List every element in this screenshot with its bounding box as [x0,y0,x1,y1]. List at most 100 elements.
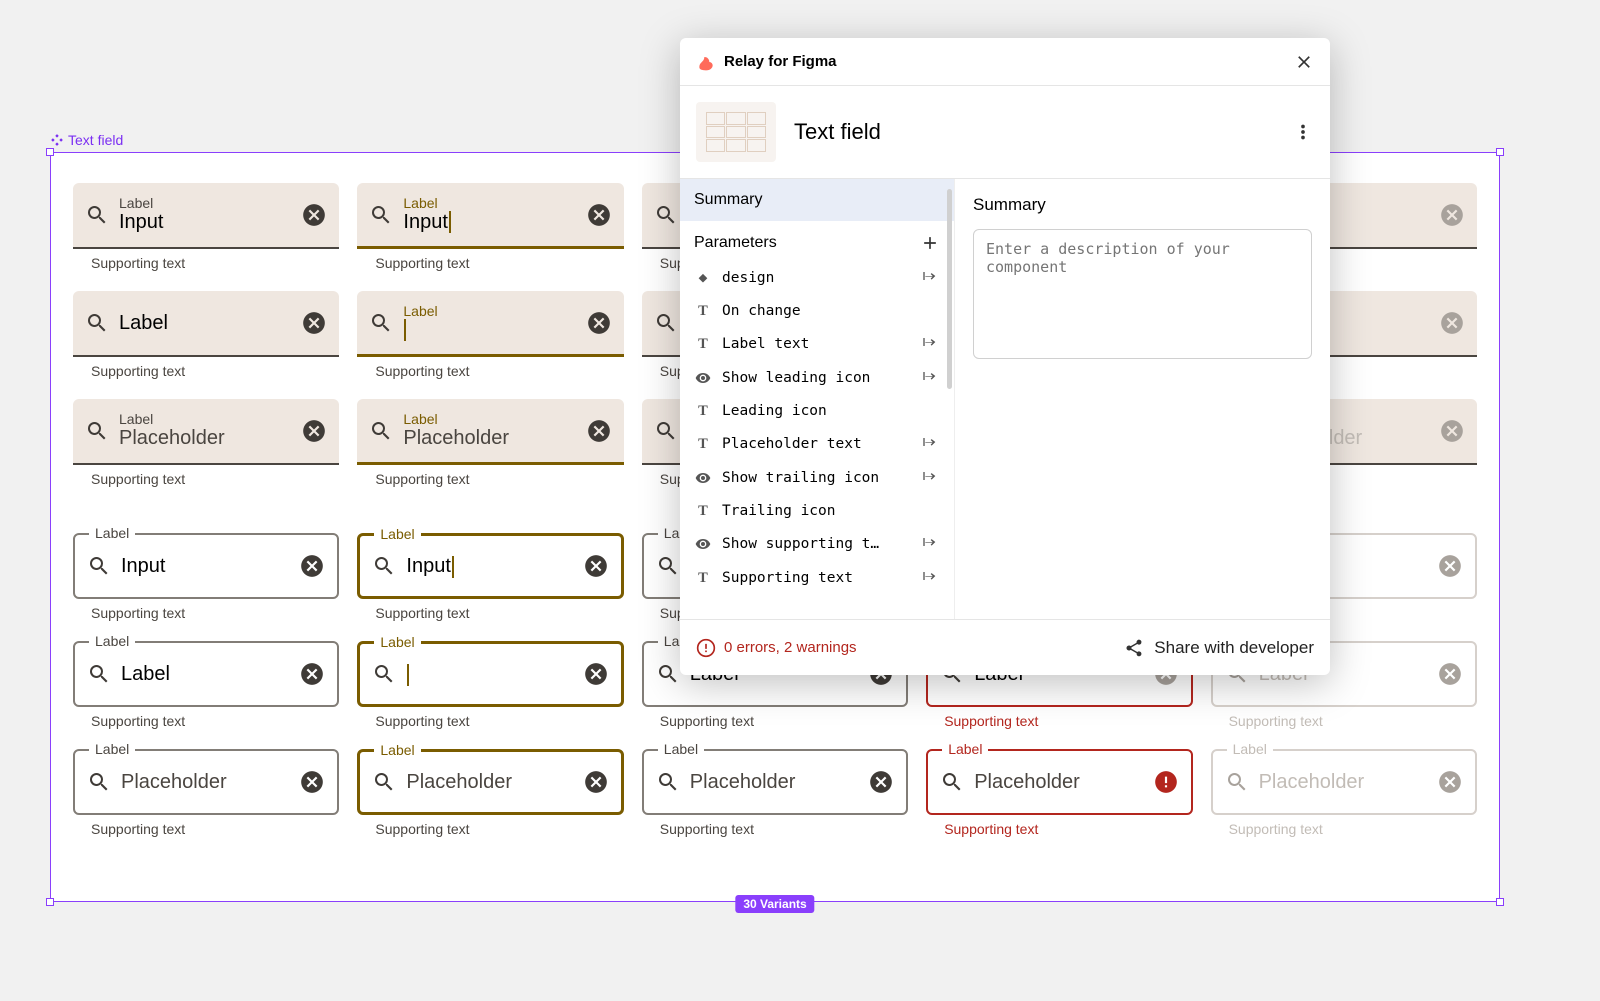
field-value: Input [121,554,289,578]
search-icon [372,554,396,578]
cancel-icon[interactable] [1437,769,1463,795]
cancel-icon[interactable] [301,418,327,444]
variants-badge[interactable]: 30 Variants [735,895,814,913]
field-label: Label [374,634,420,650]
resize-handle[interactable] [1496,148,1504,156]
field-label: Label [89,633,135,649]
warnings-badge[interactable]: 0 errors, 2 warnings [696,638,857,658]
cancel-icon[interactable] [299,769,325,795]
parameter-row[interactable]: TSupporting text [680,561,954,595]
panel-footer: 0 errors, 2 warnings Share with develope… [680,619,1330,675]
cancel-icon[interactable] [1439,202,1465,228]
component-icon [50,133,64,147]
variant[interactable]: LabelInputSupporting text [73,533,339,621]
variant[interactable]: LabelInput Supporting text [357,183,623,271]
parameter-row[interactable]: TTrailing icon [680,495,954,527]
variant[interactable]: LabelPlaceholderSupporting text [357,749,623,837]
frame-label[interactable]: Text field [50,132,123,148]
parameter-row[interactable]: TLabel text [680,327,954,361]
search-icon [1225,770,1249,794]
panel-title: Relay for Figma [724,53,1294,70]
text-type-icon: T [694,435,712,453]
cancel-icon[interactable] [586,418,612,444]
more-icon[interactable] [1292,121,1314,143]
field-placeholder: Placeholder [121,770,289,794]
share-button[interactable]: Share with developer [1124,638,1314,658]
parameter-row[interactable]: Show leading icon [680,361,954,395]
share-icon [1124,638,1144,658]
variant[interactable]: LabelInput Supporting text [73,183,339,271]
parameter-row[interactable]: T Placeholder text [680,427,954,461]
cancel-icon[interactable] [868,769,894,795]
cancel-icon[interactable] [301,202,327,228]
panel-header: Relay for Figma [680,38,1330,86]
variant[interactable]: LabelPlaceholderSupporting text [642,749,908,837]
variant[interactable]: LabelPlaceholderSupporting text [926,749,1192,837]
field-label: Label [119,412,291,426]
supporting-text: Supporting text [91,471,339,487]
arrow-icon [922,534,940,554]
cancel-icon[interactable] [583,769,609,795]
field-value: Input [119,210,291,234]
parameter-row[interactable]: TOn change [680,295,954,327]
resize-handle[interactable] [46,148,54,156]
search-icon [87,770,111,794]
resize-handle[interactable] [46,898,54,906]
parameter-row[interactable]: TLeading icon [680,395,954,427]
supporting-text: Supporting text [375,255,623,271]
search-icon [87,662,111,686]
variant[interactable]: LabelSupporting text [357,291,623,379]
cancel-icon[interactable] [299,661,325,687]
parameter-name: Trailing icon [722,503,912,519]
parameter-name: Show leading icon [722,370,912,386]
eye-icon [694,535,712,553]
eye-icon [694,369,712,387]
variant[interactable]: LabelPlaceholderSupporting text [73,749,339,837]
parameter-row[interactable]: Show supporting t… [680,527,954,561]
variant[interactable]: LabelPlaceholderSupporting text [73,399,339,487]
description-input[interactable] [973,229,1312,359]
cancel-icon[interactable] [1439,310,1465,336]
cancel-icon[interactable] [299,553,325,579]
search-icon [372,770,396,794]
summary-heading: Summary [973,195,1312,215]
field-label: Label [89,525,135,541]
arrow-icon [922,568,940,588]
resize-handle[interactable] [1496,898,1504,906]
cancel-icon[interactable] [1439,418,1465,444]
cancel-icon[interactable] [583,553,609,579]
section-summary[interactable]: Summary [680,179,954,221]
scrollbar[interactable] [947,189,952,389]
variant[interactable]: LabelInputSupporting text [357,533,623,621]
cancel-icon[interactable] [586,202,612,228]
close-icon[interactable] [1294,52,1314,72]
variant[interactable]: LabelPlaceholderSupporting text [357,399,623,487]
field-value [403,318,575,342]
error-icon [1153,769,1179,795]
parameter-row[interactable]: Show trailing icon [680,461,954,495]
cancel-icon[interactable] [1437,553,1463,579]
field-label: Label [403,196,575,210]
parameter-name: Placeholder text [722,436,912,452]
cancel-icon[interactable] [583,661,609,687]
text-type-icon: T [694,402,712,420]
panel-left: Summary Parameters ◆designTOn changeTLab… [680,179,955,619]
search-icon [656,770,680,794]
text-type-icon: T [694,302,712,320]
search-icon [85,419,109,443]
text-type-icon: T [694,569,712,587]
supporting-text: Supporting text [375,713,623,729]
section-parameters: Parameters [680,221,954,261]
parameters-heading: Parameters [694,234,920,252]
parameter-row[interactable]: ◆design [680,261,954,295]
variant[interactable]: LabelSupporting text [357,641,623,729]
cancel-icon[interactable] [301,310,327,336]
cancel-icon[interactable] [1437,661,1463,687]
variant[interactable]: LabelPlaceholderSupporting text [1211,749,1477,837]
variant[interactable]: LabelLabelSupporting text [73,641,339,729]
cancel-icon[interactable] [586,310,612,336]
supporting-text: Supporting text [91,363,339,379]
supporting-text: Supporting text [91,821,339,837]
plus-icon[interactable] [920,233,940,253]
variant[interactable]: LabelSupporting text [73,291,339,379]
